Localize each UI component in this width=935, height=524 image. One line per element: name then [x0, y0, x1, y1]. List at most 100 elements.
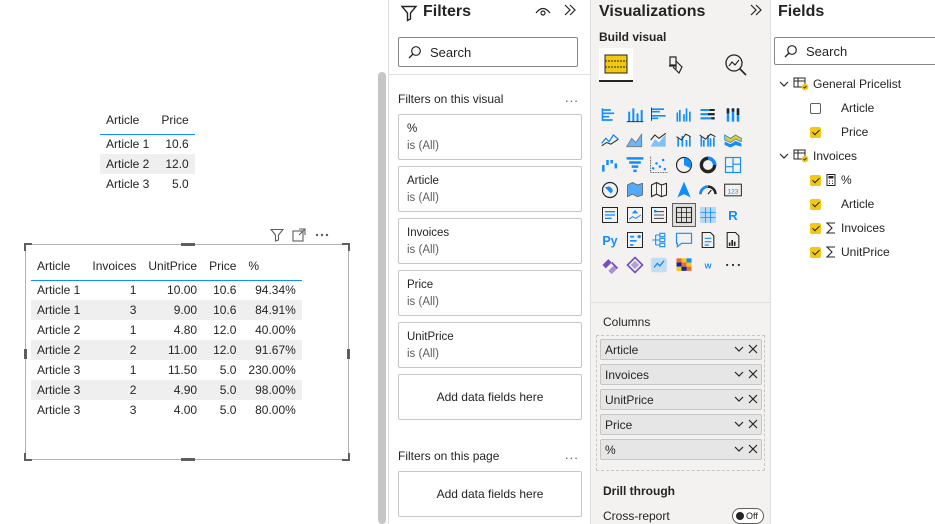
clustered-bar-chart-icon[interactable] — [648, 104, 670, 126]
qa-visual-icon[interactable] — [673, 229, 695, 251]
table-icon[interactable] — [671, 203, 696, 227]
column-well-item[interactable]: Article — [600, 339, 762, 360]
word-visual-icon[interactable]: W — [697, 254, 719, 276]
cross-report-toggle[interactable]: Off — [732, 508, 764, 524]
tab-build-visual[interactable] — [599, 48, 633, 82]
treemap-icon[interactable] — [722, 154, 744, 176]
report-canvas[interactable]: Article Price Article 1 10.6 Article 2 12.… — [0, 0, 378, 524]
column-well-item[interactable]: Invoices — [600, 364, 762, 385]
columns-well[interactable]: Article Invoices UnitPrice Price% — [596, 335, 765, 471]
column-header[interactable]: Price — [155, 107, 195, 135]
filter-card-invoices[interactable]: Invoices is (All) — [398, 218, 582, 264]
field-item[interactable]: Price — [810, 125, 868, 139]
filter-card-article[interactable]: Article is (All) — [398, 166, 582, 212]
kpi-icon[interactable] — [624, 204, 646, 226]
power-automate-icon[interactable] — [624, 254, 646, 276]
stacked-column-chart-icon[interactable] — [624, 104, 646, 126]
filters-search-input[interactable]: Search — [398, 37, 578, 67]
line-chart-icon[interactable] — [599, 129, 621, 151]
tab-analytics[interactable] — [719, 48, 753, 82]
resize-handle[interactable] — [24, 453, 32, 461]
resize-handle[interactable] — [24, 349, 27, 359]
focus-mode-icon[interactable] — [292, 228, 306, 242]
table-visual-invoices[interactable]: Article Invoices UnitPrice Price % Artic… — [24, 243, 350, 461]
r-visual-icon[interactable]: R — [722, 204, 744, 226]
arcgis-map-icon[interactable] — [648, 254, 670, 276]
filter-card-price[interactable]: Price is (All) — [398, 270, 582, 316]
field-checkbox[interactable] — [810, 102, 821, 114]
key-influencers-icon[interactable] — [624, 229, 646, 251]
ribbon-chart-icon[interactable] — [722, 129, 744, 151]
fields-search-input[interactable]: Search — [774, 37, 935, 65]
matrix-icon[interactable] — [697, 204, 719, 226]
field-item[interactable]: Article — [810, 101, 874, 115]
smart-narrative-icon[interactable] — [697, 229, 719, 251]
chevron-down-icon[interactable] — [734, 444, 744, 454]
field-checkbox[interactable] — [810, 198, 821, 210]
field-item[interactable]: Invoices — [810, 221, 885, 235]
field-table-0[interactable]: General Pricelist — [779, 77, 901, 91]
azure-map-icon[interactable] — [673, 179, 695, 201]
column-header[interactable]: Article — [31, 253, 87, 281]
map-icon[interactable] — [599, 179, 621, 201]
waterfall-chart-icon[interactable] — [599, 154, 621, 176]
field-checkbox[interactable] — [810, 246, 821, 258]
more-options-icon[interactable]: ... — [565, 447, 579, 462]
more-visuals-icon[interactable] — [722, 254, 744, 276]
filter-card-unitprice[interactable]: UnitPrice is (All) — [398, 322, 582, 368]
collapse-pane-icon[interactable] — [563, 3, 577, 20]
column-well-item[interactable]: UnitPrice — [600, 389, 762, 410]
column-well-item[interactable]: Price — [600, 414, 762, 435]
close-icon[interactable] — [748, 344, 758, 354]
resize-handle[interactable] — [342, 453, 350, 461]
chevron-down-icon[interactable] — [734, 394, 744, 404]
chevron-down-icon[interactable] — [734, 369, 744, 379]
filled-map-icon[interactable] — [624, 179, 646, 201]
pie-chart-icon[interactable] — [673, 154, 695, 176]
collapse-pane-icon[interactable] — [749, 3, 763, 20]
power-apps-icon[interactable] — [599, 254, 621, 276]
100-bar-chart-icon[interactable] — [697, 104, 719, 126]
close-icon[interactable] — [748, 444, 758, 454]
field-table-1[interactable]: Invoices — [779, 149, 857, 163]
line-clustered-column-icon[interactable] — [697, 129, 719, 151]
column-well-item[interactable]: % — [600, 439, 762, 460]
scatter-chart-icon[interactable] — [648, 154, 670, 176]
decomposition-tree-icon[interactable] — [648, 229, 670, 251]
table-visual-pricelist[interactable]: Article Price Article 1 10.6 Article 2 12.… — [100, 107, 195, 194]
clustered-column-chart-icon[interactable] — [673, 104, 695, 126]
close-icon[interactable] — [748, 419, 758, 429]
shape-map-icon[interactable] — [648, 179, 670, 201]
chevron-down-icon[interactable] — [734, 344, 744, 354]
gauge-icon[interactable] — [697, 179, 719, 201]
chevron-down-icon[interactable] — [734, 419, 744, 429]
close-icon[interactable] — [748, 394, 758, 404]
stacked-bar-chart-icon[interactable] — [599, 104, 621, 126]
field-item[interactable]: % — [810, 173, 852, 187]
column-header[interactable]: % — [242, 253, 302, 281]
multi-row-card-icon[interactable] — [599, 204, 621, 226]
filter-card-percent[interactable]: % is (All) — [398, 114, 582, 160]
column-header[interactable]: Invoices — [86, 253, 143, 281]
resize-handle[interactable] — [24, 243, 32, 251]
field-checkbox[interactable] — [810, 222, 821, 234]
filter-icon[interactable] — [270, 228, 284, 242]
close-icon[interactable] — [748, 369, 758, 379]
line-column-chart-icon[interactable] — [673, 129, 695, 151]
more-options-icon[interactable]: ... — [565, 90, 579, 105]
stacked-area-chart-icon[interactable] — [648, 129, 670, 151]
resize-handle[interactable] — [181, 243, 195, 246]
card-icon[interactable]: 123 — [722, 179, 744, 201]
resize-handle[interactable] — [347, 349, 350, 359]
donut-chart-icon[interactable] — [697, 154, 719, 176]
slicer-icon[interactable] — [648, 204, 670, 226]
canvas-scrollbar[interactable] — [378, 72, 386, 524]
eye-icon[interactable] — [535, 4, 551, 21]
tab-format-visual[interactable] — [659, 48, 693, 82]
column-header[interactable]: Price — [203, 253, 243, 281]
resize-handle[interactable] — [181, 458, 195, 461]
add-data-fields-visual[interactable]: Add data fields here — [398, 374, 582, 420]
resize-handle[interactable] — [342, 243, 350, 251]
field-checkbox[interactable] — [810, 126, 821, 138]
column-header[interactable]: Article — [100, 107, 156, 135]
